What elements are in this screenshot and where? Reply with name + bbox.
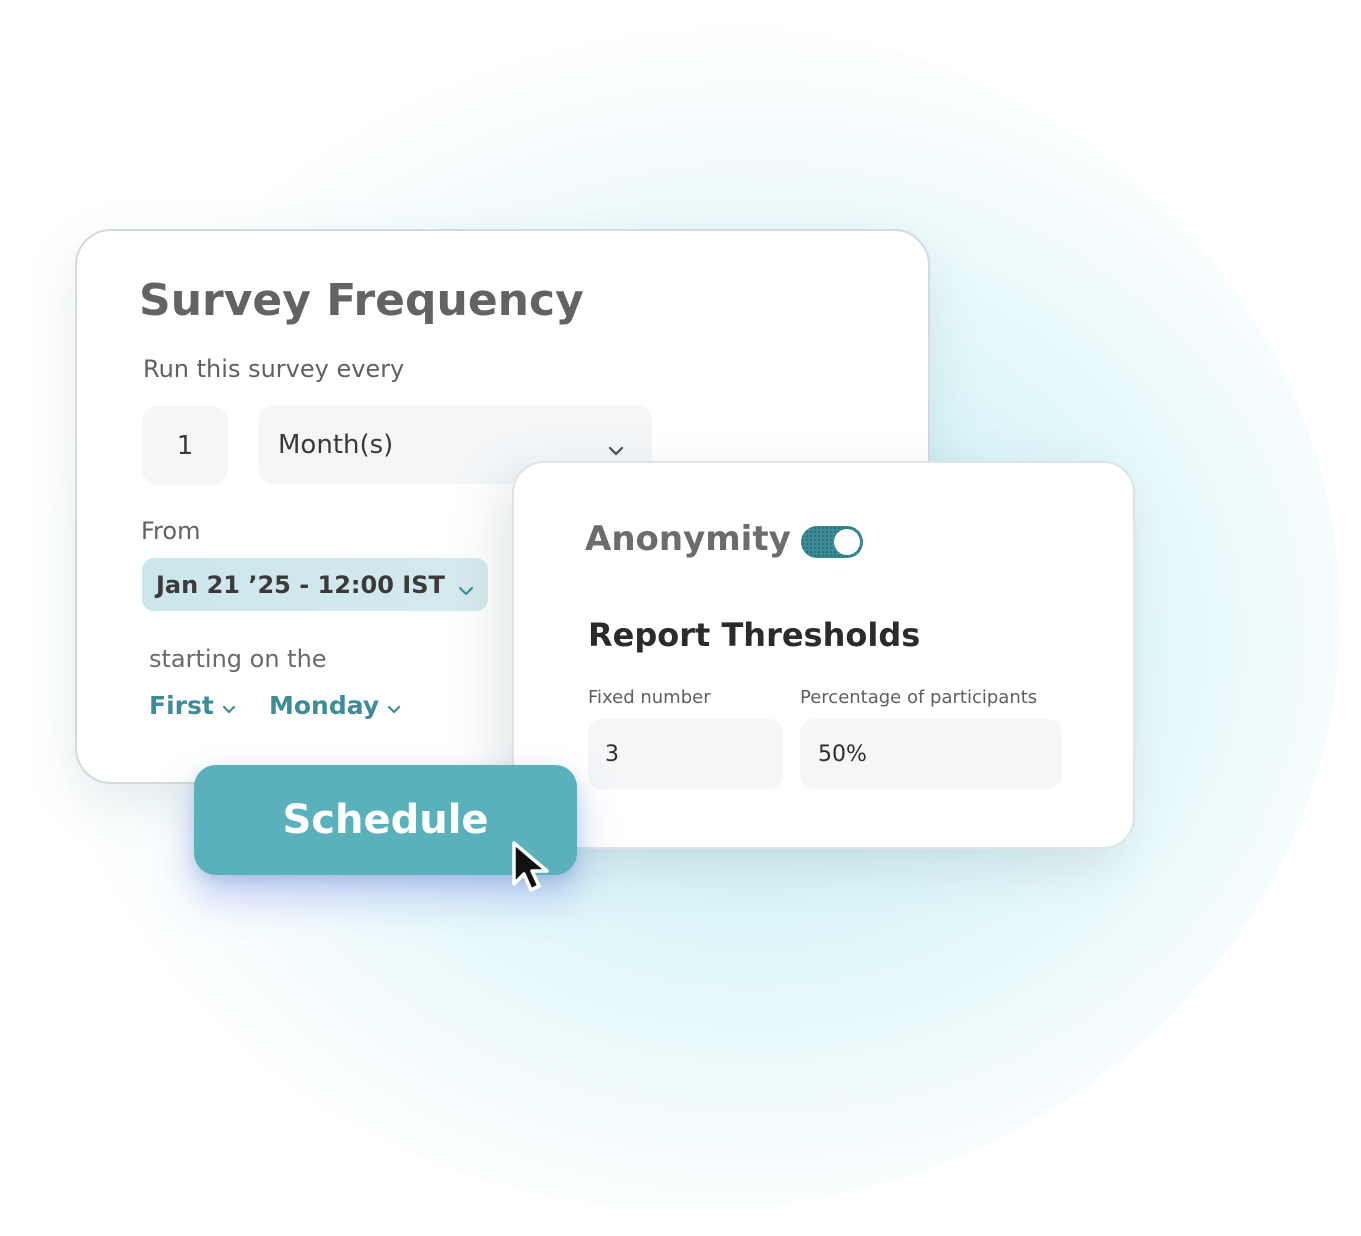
toggle-knob — [834, 529, 860, 555]
mouse-pointer-icon — [506, 838, 556, 898]
percentage-value: 50% — [818, 741, 867, 767]
start-date-value: Jan 21 ’25 - 12:00 IST — [156, 570, 445, 599]
anonymity-card: Anonymity Report Thresholds Fixed number… — [512, 461, 1135, 849]
percentage-label: Percentage of participants — [800, 687, 1038, 708]
frequency-count-input[interactable]: 1 — [142, 406, 228, 485]
chevron-down-icon — [608, 433, 624, 463]
run-every-label: Run this survey every — [143, 355, 405, 383]
anonymity-label: Anonymity — [585, 519, 791, 559]
survey-frequency-title: Survey Frequency — [139, 275, 584, 326]
percentage-input[interactable]: 50% — [800, 719, 1062, 789]
frequency-unit-value: Month(s) — [278, 429, 394, 460]
ordinal-select[interactable]: First — [149, 691, 236, 720]
fixed-number-input[interactable]: 3 — [588, 719, 783, 789]
start-date-select[interactable]: Jan 21 ’25 - 12:00 IST — [142, 558, 488, 611]
anonymity-toggle[interactable] — [801, 526, 863, 558]
report-thresholds-title: Report Thresholds — [588, 616, 921, 654]
chevron-down-icon — [222, 691, 236, 720]
from-label: From — [141, 517, 201, 545]
frequency-count-value: 1 — [176, 430, 194, 461]
chevron-down-icon — [458, 574, 474, 602]
fixed-number-value: 3 — [605, 741, 619, 767]
weekday-select[interactable]: Monday — [269, 691, 401, 720]
fixed-number-label: Fixed number — [588, 687, 711, 708]
ordinal-value: First — [149, 691, 214, 720]
chevron-down-icon — [387, 691, 401, 720]
starting-on-label: starting on the — [149, 645, 327, 673]
weekday-value: Monday — [269, 691, 380, 720]
